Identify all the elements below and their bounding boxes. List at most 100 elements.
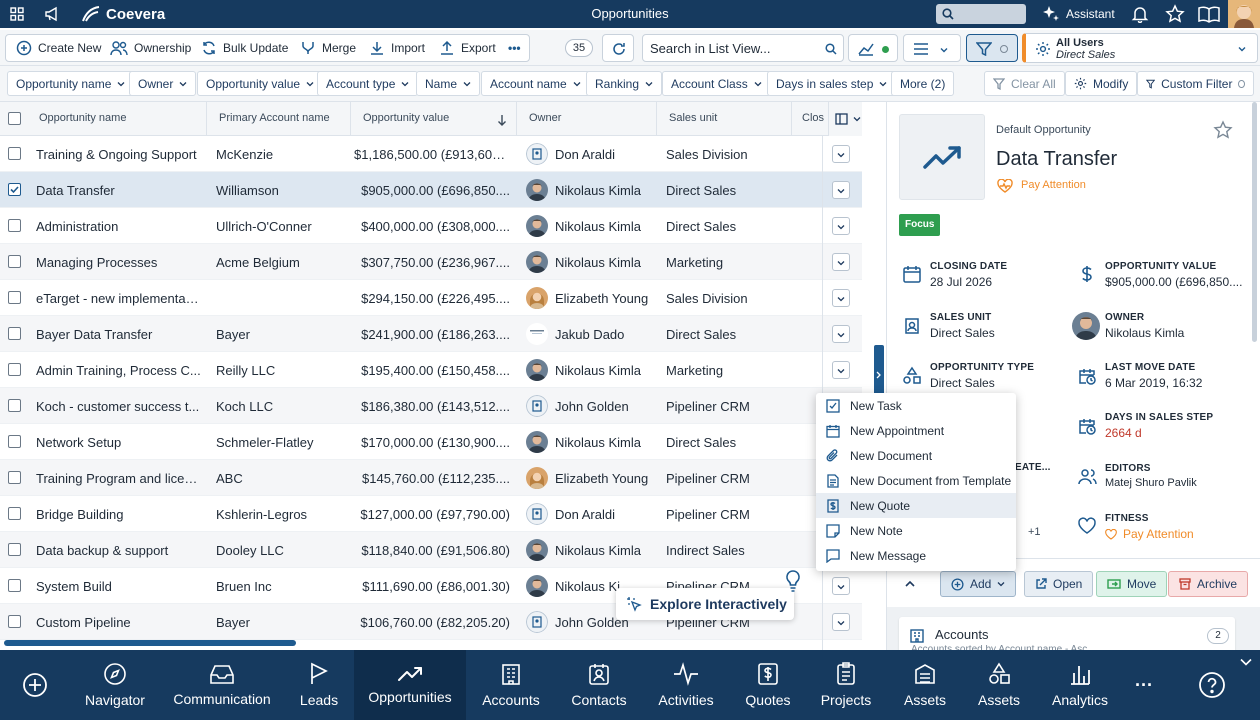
cell-account-name[interactable]: McKenzie (216, 147, 344, 162)
user-avatar[interactable] (1228, 0, 1260, 28)
cell-account-name[interactable]: Dooley LLC (216, 543, 344, 558)
cell-account-name[interactable]: Schmeler-Flatley (216, 435, 344, 450)
cell-owner[interactable]: Nikolaus Kimla (555, 435, 653, 450)
filter-opportunity-name[interactable]: Opportunity name (7, 71, 135, 96)
nav-quotes[interactable]: Quotes (734, 650, 802, 720)
row-menu-button[interactable] (832, 289, 850, 307)
row-checkbox[interactable] (8, 363, 21, 376)
column-header-primary-account[interactable]: Primary Account name (219, 112, 330, 124)
cell-opportunity-name[interactable]: Data backup & support (36, 543, 202, 558)
cell-opportunity-name[interactable]: eTarget - new implementati... (36, 291, 202, 306)
row-checkbox[interactable] (8, 327, 21, 340)
cell-opportunity-name[interactable]: Bridge Building (36, 507, 202, 522)
cell-owner[interactable]: John Golden (555, 399, 653, 414)
table-row[interactable]: Koch - customer success t... Koch LLC $186… (0, 388, 862, 424)
row-menu-button[interactable] (832, 577, 850, 595)
cell-owner[interactable]: Don Araldi (555, 507, 653, 522)
cell-account-name[interactable]: Williamson (216, 183, 344, 198)
table-row[interactable]: Administration Ullrich-O'Conner $400,000.0… (0, 208, 862, 244)
move-button[interactable]: Move (1096, 571, 1168, 597)
row-checkbox[interactable] (8, 183, 21, 196)
table-row[interactable]: Training Program and licen... ABC $145,760… (0, 460, 862, 496)
row-checkbox[interactable] (8, 471, 21, 484)
nav-navigator[interactable]: Navigator (78, 650, 152, 720)
row-checkbox[interactable] (8, 291, 21, 304)
filter-name[interactable]: Name (416, 71, 481, 96)
cell-opportunity-name[interactable]: Training Program and licen... (36, 471, 202, 486)
global-search-input[interactable] (936, 4, 1026, 24)
row-checkbox[interactable] (8, 255, 21, 268)
cell-owner[interactable]: Nikolaus Kimla (555, 183, 653, 198)
cell-account-name[interactable]: Bayer (216, 327, 344, 342)
table-row[interactable]: Training & Ongoing Support McKenzie $1,186… (0, 136, 862, 172)
row-menu-button[interactable] (832, 613, 850, 631)
column-divider[interactable] (516, 102, 517, 136)
cell-owner[interactable]: Elizabeth Young (555, 291, 653, 306)
menu-item-new-document[interactable]: New Document (816, 443, 1016, 468)
nav-analytics[interactable]: Analytics (1046, 650, 1114, 720)
table-row[interactable]: Network Setup Schmeler-Flatley $170,000.00… (0, 424, 862, 460)
cell-owner[interactable]: Jakub Dado (555, 327, 653, 342)
pipeline-view-button[interactable] (848, 34, 898, 62)
help-button[interactable] (1190, 650, 1234, 720)
panel-scrollbar[interactable] (1252, 102, 1257, 342)
list-view-button[interactable] (903, 34, 961, 62)
assistant-button[interactable]: Assistant (1042, 5, 1115, 23)
cell-opportunity-name[interactable]: Custom Pipeline (36, 615, 202, 630)
cell-account-name[interactable]: ABC (216, 471, 344, 486)
cell-opportunity-name[interactable]: System Build (36, 579, 202, 594)
table-row[interactable]: Data backup & support Dooley LLC $118,840.… (0, 532, 862, 568)
table-row[interactable]: Data Transfer Williamson $905,000.00 (£696… (0, 172, 862, 208)
row-checkbox[interactable] (8, 219, 21, 232)
export-button[interactable]: Export (433, 36, 502, 60)
column-divider[interactable] (350, 102, 351, 136)
nav-opportunities[interactable]: Opportunities (354, 650, 466, 720)
column-divider[interactable] (206, 102, 207, 136)
chevron-up-icon[interactable] (905, 580, 915, 588)
more-actions-button[interactable]: ••• (502, 36, 527, 60)
row-menu-button[interactable] (832, 181, 850, 199)
cell-account-name[interactable]: Bayer (216, 615, 344, 630)
filter-owner[interactable]: Owner (129, 71, 197, 96)
row-menu-button[interactable] (832, 361, 850, 379)
row-checkbox[interactable] (8, 147, 21, 160)
nav-leads[interactable]: Leads (292, 650, 346, 720)
sort-down-icon[interactable] (497, 114, 507, 126)
table-row[interactable]: eTarget - new implementati... $294,150.00… (0, 280, 862, 316)
column-header-sales-unit[interactable]: Sales unit (669, 112, 717, 124)
cell-opportunity-name[interactable]: Bayer Data Transfer (36, 327, 202, 342)
nav-assets-2[interactable]: Assets (966, 650, 1032, 720)
import-button[interactable]: Import (363, 36, 431, 60)
row-menu-button[interactable] (832, 325, 850, 343)
archive-button[interactable]: Archive (1168, 571, 1249, 597)
bell-icon[interactable] (1131, 5, 1149, 23)
cell-account-name[interactable]: Ullrich-O'Conner (216, 219, 344, 234)
reload-button[interactable] (602, 34, 634, 62)
cell-opportunity-name[interactable]: Koch - customer success t... (36, 399, 202, 414)
row-menu-button[interactable] (832, 145, 850, 163)
nav-accounts[interactable]: Accounts (476, 650, 546, 720)
cell-opportunity-name[interactable]: Admin Training, Process C... (36, 363, 202, 378)
table-row[interactable]: Bayer Data Transfer Bayer $241,900.00 (£18… (0, 316, 862, 352)
open-button[interactable]: Open (1024, 571, 1094, 597)
cell-opportunity-name[interactable]: Managing Processes (36, 255, 202, 270)
column-settings-button[interactable] (828, 102, 862, 136)
chevron-down-icon[interactable] (1240, 658, 1252, 666)
favorites-star-icon[interactable] (1165, 4, 1185, 24)
column-header-opportunity-name[interactable]: Opportunity name (39, 112, 126, 124)
explore-interactively-button[interactable]: Explore Interactively (616, 588, 794, 620)
menu-item-new-task[interactable]: New Task (816, 393, 1016, 418)
star-icon[interactable] (1213, 120, 1233, 140)
clear-all-button[interactable]: Clear All (984, 71, 1065, 96)
cell-account-name[interactable]: Kshlerin-Legros (216, 507, 344, 522)
filter-more[interactable]: More (2) (891, 71, 955, 96)
filter-toggle-button[interactable] (966, 34, 1018, 62)
cell-owner[interactable]: Nikolaus Kimla (555, 255, 653, 270)
cell-opportunity-name[interactable]: Administration (36, 219, 202, 234)
cell-owner[interactable]: Nikolaus Kimla (555, 363, 653, 378)
filter-account-name[interactable]: Account name (481, 71, 590, 96)
row-checkbox[interactable] (8, 507, 21, 520)
table-row[interactable]: Managing Processes Acme Belgium $307,750.0… (0, 244, 862, 280)
add-button[interactable]: Add (940, 571, 1017, 597)
cell-account-name[interactable]: Reilly LLC (216, 363, 344, 378)
